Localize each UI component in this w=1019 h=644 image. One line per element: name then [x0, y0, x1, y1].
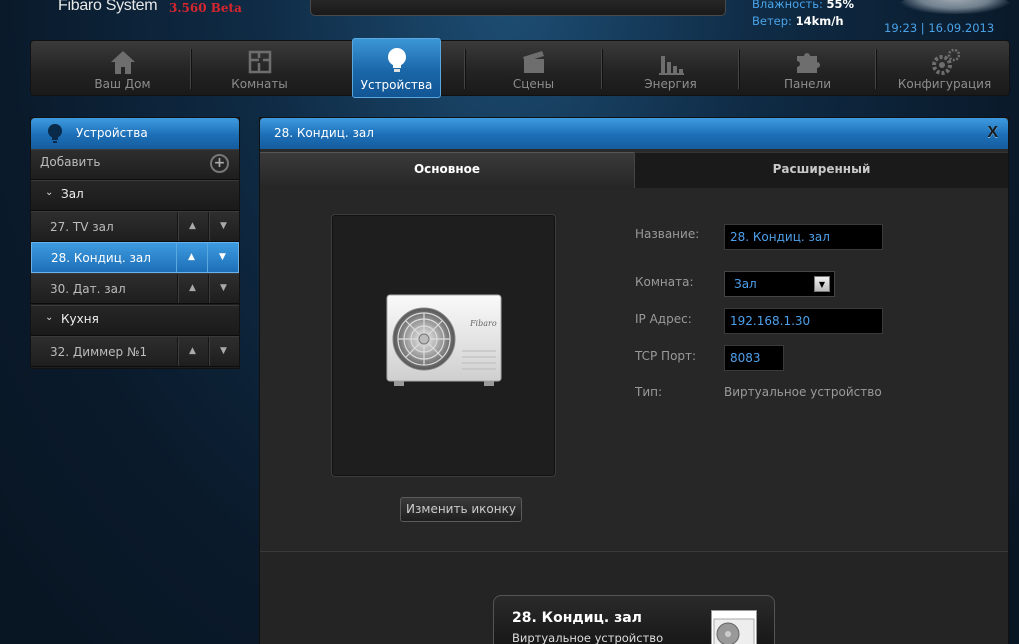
device-icon-frame: Fibaro — [331, 214, 556, 477]
reorder-controls: ▲ ▼ — [177, 337, 239, 366]
version-label: 3.560 Beta — [169, 1, 242, 15]
move-down-icon[interactable]: ▼ — [207, 243, 237, 272]
device-label: 28. Кондиц. зал — [51, 251, 151, 265]
device-detail-panel: 28. Кондиц. зал X Основное Расширенный F… — [259, 117, 1009, 644]
device-row[interactable]: 32. Диммер №1 ▲ ▼ — [31, 336, 239, 367]
room-label: Комната: — [635, 275, 694, 289]
devices-sidebar: Устройства Добавить + ⌄ Зал 27. TV зал ▲… — [30, 117, 240, 369]
room-select[interactable]: Зал ▼ — [724, 271, 835, 297]
detail-header: 28. Кондиц. зал X — [260, 118, 1008, 149]
add-device-label: Добавить — [40, 155, 101, 169]
nav-home-label: Ваш Дом — [94, 77, 151, 91]
device-brand-text: Fibaro — [469, 319, 497, 328]
nav-panels[interactable]: Панели — [739, 41, 876, 97]
tab-basic[interactable]: Основное — [260, 152, 634, 188]
add-icon[interactable]: + — [210, 154, 229, 173]
weather-info: Влажность: 55% Ветер: 14km/h — [752, 0, 854, 30]
humidity-value: 55% — [826, 0, 855, 11]
wind-label: Ветер: — [752, 14, 792, 28]
header-status-bar — [310, 0, 726, 16]
group-label: Кухня — [61, 312, 99, 326]
fan-icon — [713, 618, 755, 644]
move-down-icon[interactable]: ▼ — [208, 212, 238, 241]
sidebar-header: Устройства — [31, 118, 239, 149]
house-icon — [110, 51, 135, 74]
clapperboard-icon — [522, 51, 544, 73]
nav-home[interactable]: Ваш Дом — [54, 41, 191, 97]
device-row[interactable]: 27. TV зал ▲ ▼ — [31, 211, 239, 242]
move-up-icon[interactable]: ▲ — [177, 337, 207, 366]
nav-panels-label: Панели — [783, 77, 832, 91]
nav-scenes-label: Сцены — [512, 77, 555, 91]
device-label: 27. TV зал — [50, 220, 114, 234]
change-icon-button[interactable]: Изменить иконку — [400, 497, 522, 522]
lightbulb-icon — [387, 48, 406, 72]
close-icon[interactable]: X — [987, 124, 998, 142]
bar-chart-icon — [658, 56, 684, 75]
move-up-icon[interactable]: ▲ — [177, 212, 207, 241]
nav-devices-label: Устройства — [360, 78, 433, 92]
nav-rooms-label: Комнаты — [231, 77, 288, 91]
floorplan-icon — [248, 50, 271, 74]
device-preview-card: 28. Кондиц. зал Виртуальное устройство — [493, 595, 775, 644]
weather-cloud-icon — [900, 0, 1010, 14]
group-label: Зал — [61, 187, 84, 201]
reorder-controls: ▲ ▼ — [177, 212, 239, 241]
device-row-selected[interactable]: 28. Кондиц. зал ▲ ▼ — [31, 242, 239, 273]
nav-scenes[interactable]: Сцены — [465, 41, 602, 97]
top-header: Fibaro System 3.560 Beta Влажность: 55% … — [0, 0, 1019, 40]
move-up-icon[interactable]: ▲ — [176, 243, 206, 272]
move-up-icon[interactable]: ▲ — [177, 274, 207, 303]
port-label: TCP Порт: — [635, 349, 697, 363]
nav-configuration-label: Конфигурация — [897, 77, 992, 91]
air-conditioner-thumbnail-icon — [711, 610, 757, 644]
dropdown-arrow-icon[interactable]: ▼ — [814, 276, 830, 292]
device-row[interactable]: 30. Дат. зал ▲ ▼ — [31, 273, 239, 304]
preview-area: 28. Кондиц. зал Виртуальное устройство — [260, 552, 1008, 644]
type-value: Виртуальное устройство — [724, 385, 882, 399]
name-label: Название: — [635, 227, 700, 241]
tab-advanced[interactable]: Расширенный — [634, 152, 1008, 188]
puzzle-icon — [796, 53, 820, 73]
nav-configuration[interactable]: Конфигурация — [876, 41, 1013, 97]
group-row-hall[interactable]: ⌄ Зал — [31, 180, 239, 211]
nav-energy[interactable]: Энергия — [602, 41, 739, 97]
wind-value: 14km/h — [795, 14, 844, 28]
ip-field[interactable]: 192.168.1.30 — [724, 308, 883, 334]
group-row-kitchen[interactable]: ⌄ Кухня — [31, 305, 239, 336]
move-down-icon[interactable]: ▼ — [208, 337, 238, 366]
room-select-value: Зал — [734, 277, 757, 291]
air-conditioner-icon: Fibaro — [386, 294, 502, 386]
basic-tab-content: Fibaro Изменить иконку Название: 28. Кон… — [260, 188, 1008, 552]
name-field[interactable]: 28. Кондиц. зал — [724, 224, 883, 250]
chevron-down-icon: ⌄ — [45, 312, 54, 323]
gears-icon — [931, 48, 960, 75]
nav-devices[interactable]: Устройства — [352, 38, 441, 98]
lightbulb-icon — [48, 124, 62, 143]
reorder-controls: ▲ ▼ — [177, 274, 239, 303]
reorder-controls: ▲ ▼ — [176, 243, 238, 272]
preview-subtitle: Виртуальное устройство — [512, 631, 664, 644]
humidity-label: Влажность: — [752, 0, 823, 11]
port-field[interactable]: 8083 — [724, 345, 784, 371]
chevron-down-icon: ⌄ — [45, 187, 54, 198]
brand-logo: Fibaro System — [58, 0, 158, 14]
datetime-label: 19:23 | 16.09.2013 — [884, 21, 995, 35]
type-label: Тип: — [635, 385, 663, 399]
ip-label: IP Адрес: — [635, 312, 692, 326]
sidebar-title: Устройства — [76, 126, 148, 140]
add-device-row[interactable]: Добавить + — [31, 149, 239, 180]
main-nav: Ваш Дом Комнаты Устройства Сцены Энергия… — [30, 38, 1013, 98]
detail-tabs: Основное Расширенный — [260, 152, 1008, 188]
nav-rooms[interactable]: Комнаты — [191, 41, 328, 97]
move-down-icon[interactable]: ▼ — [208, 274, 238, 303]
detail-title: 28. Кондиц. зал — [274, 126, 374, 140]
device-label: 32. Диммер №1 — [50, 345, 148, 359]
nav-energy-label: Энергия — [644, 77, 697, 91]
device-label: 30. Дат. зал — [50, 282, 126, 296]
preview-title: 28. Кондиц. зал — [512, 610, 642, 626]
